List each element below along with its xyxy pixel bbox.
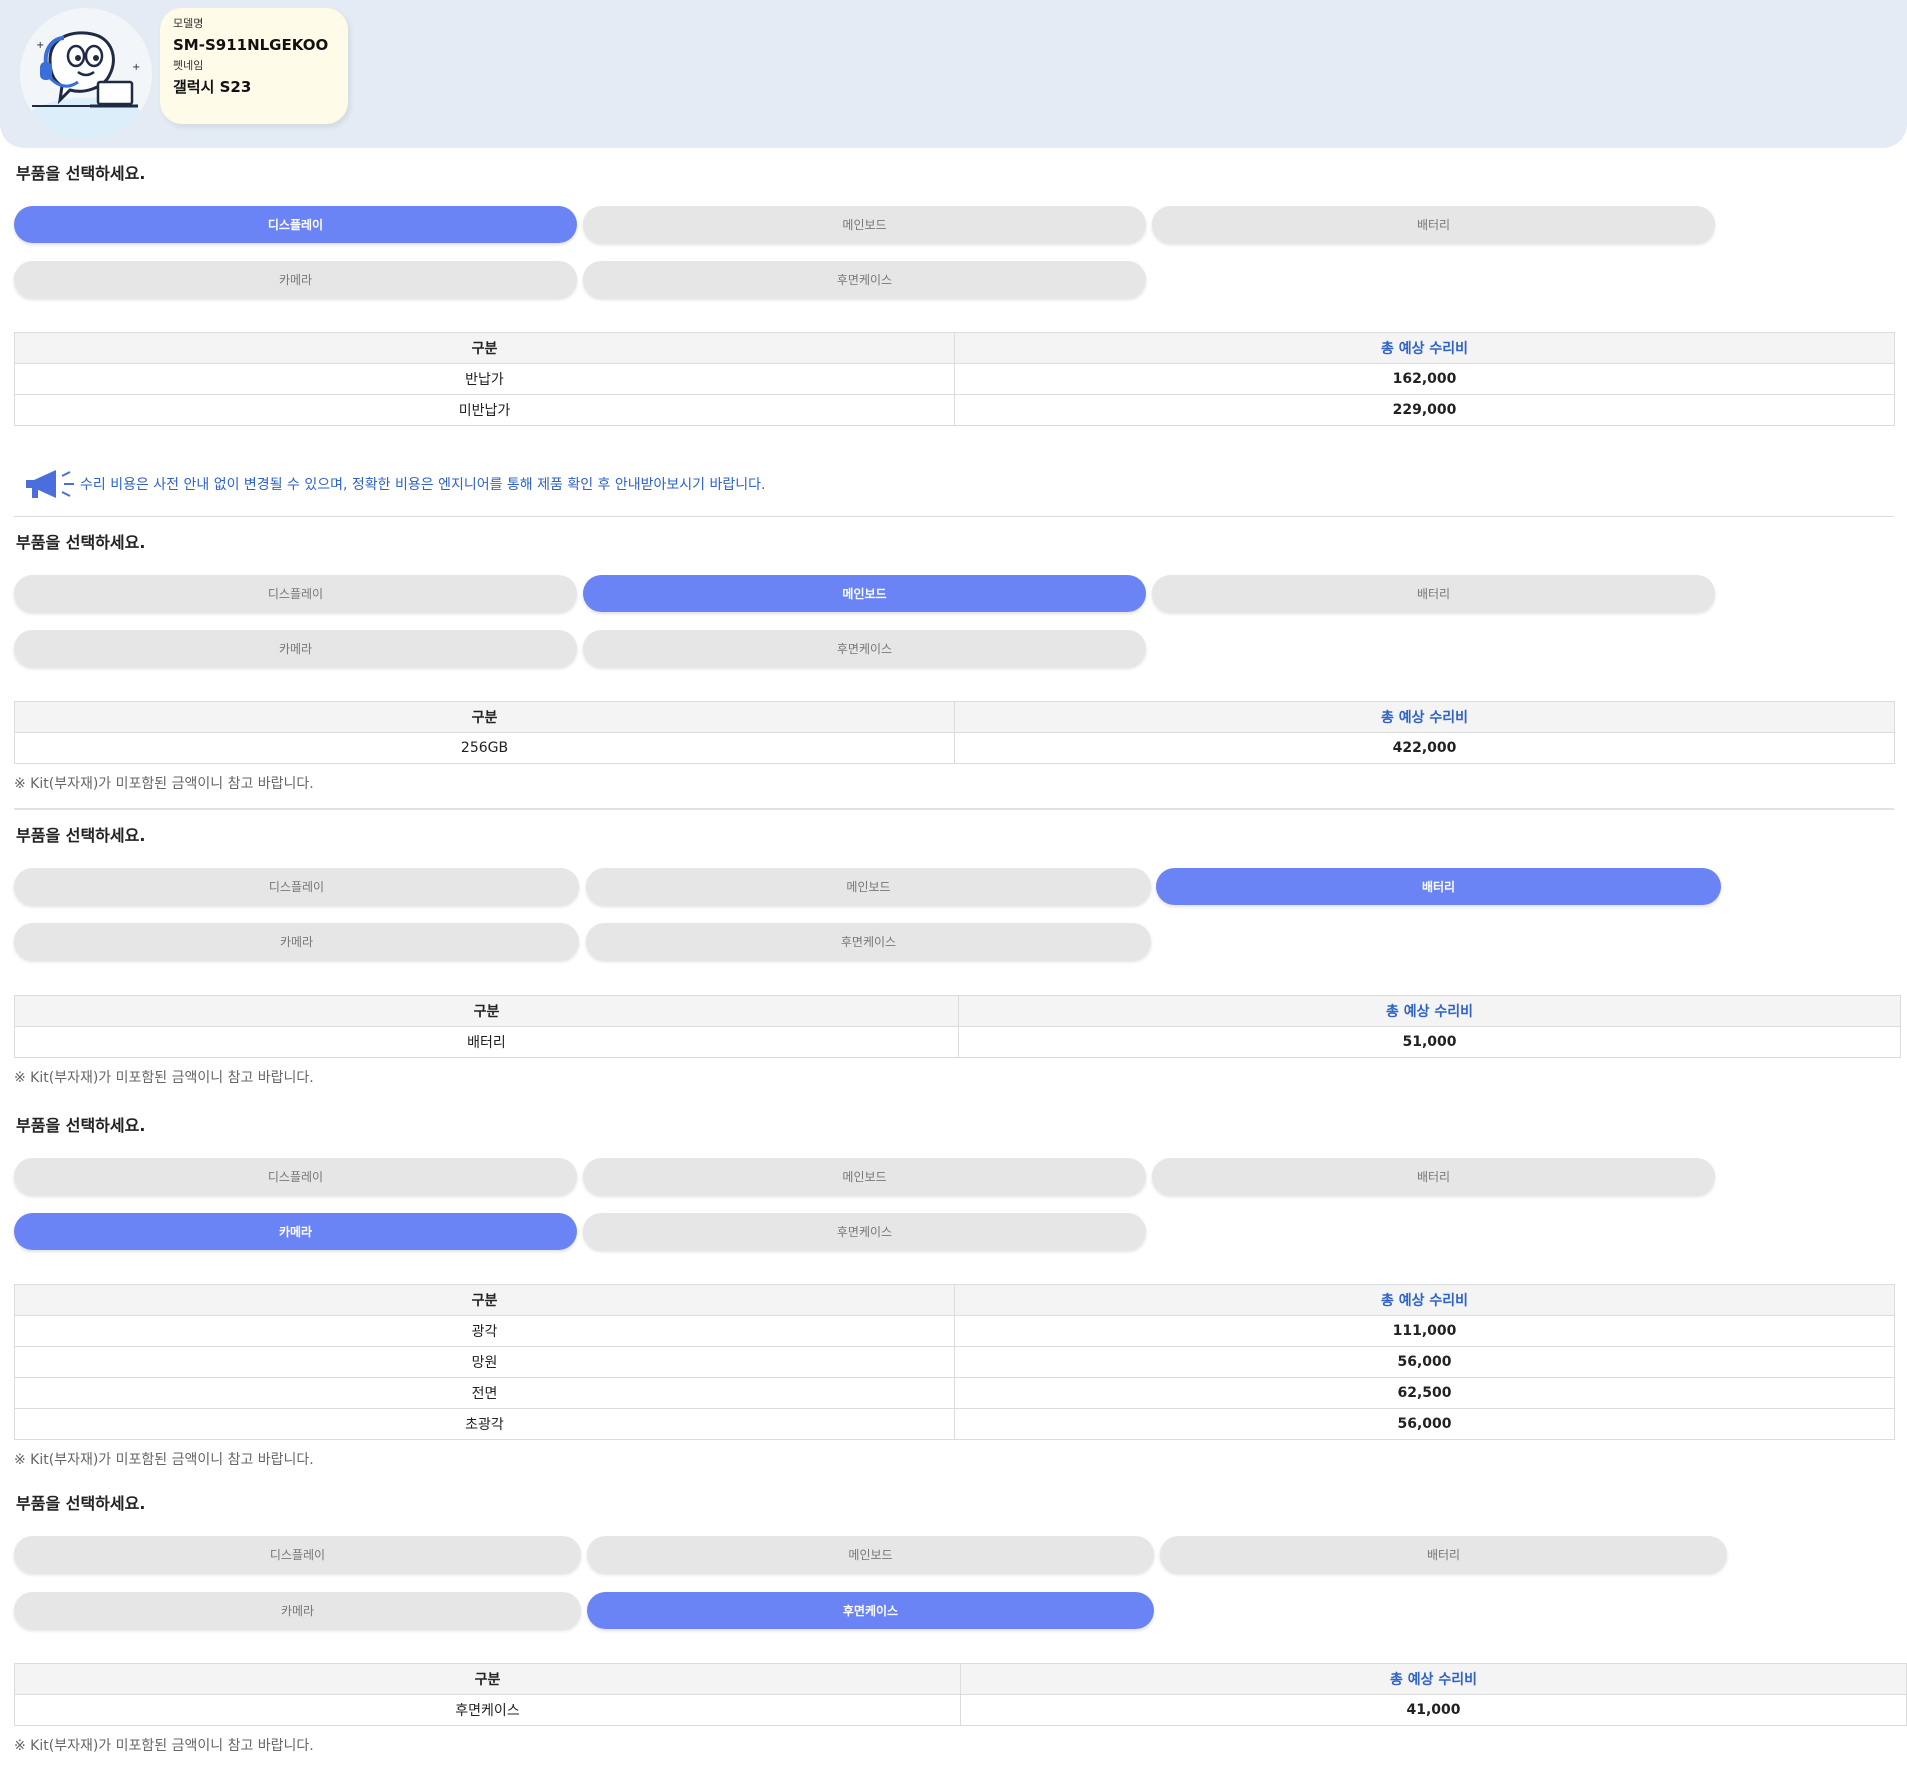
- table-row: 후면케이스 41,000: [14, 1694, 1907, 1726]
- price-table-back-case: 구분 총 예상 수리비 후면케이스 41,000: [14, 1663, 1907, 1726]
- part-button-camera[interactable]: 카메라: [14, 1213, 577, 1250]
- table-row: 전면 62,500: [14, 1377, 1895, 1409]
- part-button-display[interactable]: 디스플레이: [14, 1158, 577, 1195]
- table-row: 배터리 51,000: [14, 1026, 1901, 1058]
- table-row: 256GB 422,000: [14, 732, 1895, 764]
- row-cost: 56,000: [954, 1346, 1895, 1378]
- part-button-mainboard[interactable]: 메인보드: [583, 206, 1146, 243]
- row-category: 광각: [14, 1315, 955, 1347]
- part-button-mainboard[interactable]: 메인보드: [583, 575, 1146, 612]
- part-button-camera[interactable]: 카메라: [14, 630, 577, 667]
- price-table-battery: 구분 총 예상 수리비 배터리 51,000: [14, 995, 1901, 1058]
- part-button-display[interactable]: 디스플레이: [14, 868, 579, 905]
- mascot-illustration: + +: [26, 31, 146, 140]
- part-button-camera[interactable]: 카메라: [14, 1592, 581, 1629]
- table-header-row: 구분 총 예상 수리비: [14, 1284, 1895, 1316]
- column-header-category: 구분: [14, 701, 955, 733]
- part-button-display[interactable]: 디스플레이: [14, 206, 577, 243]
- part-button-mainboard[interactable]: 메인보드: [586, 868, 1151, 905]
- table-header-row: 구분 총 예상 수리비: [14, 1663, 1907, 1695]
- row-category: 반납가: [14, 363, 955, 395]
- column-header-category: 구분: [14, 1663, 961, 1695]
- part-button-back-case[interactable]: 후면케이스: [583, 1213, 1146, 1250]
- column-header-category: 구분: [14, 1284, 955, 1316]
- part-button-back-case[interactable]: 후면케이스: [587, 1592, 1154, 1629]
- section-title: 부품을 선택하세요.: [16, 164, 146, 183]
- row-cost: 62,500: [954, 1377, 1895, 1409]
- part-button-back-case[interactable]: 후면케이스: [583, 630, 1146, 667]
- row-category: 망원: [14, 1346, 955, 1378]
- part-button-mainboard[interactable]: 메인보드: [587, 1536, 1154, 1573]
- column-header-category: 구분: [14, 995, 959, 1027]
- table-row: 미반납가 229,000: [14, 394, 1895, 426]
- part-button-display[interactable]: 디스플레이: [14, 575, 577, 612]
- column-header-total-cost: 총 예상 수리비: [954, 701, 1895, 733]
- row-category: 미반납가: [14, 394, 955, 426]
- part-button-mainboard[interactable]: 메인보드: [583, 1158, 1146, 1195]
- row-cost: 111,000: [954, 1315, 1895, 1347]
- part-button-camera[interactable]: 카메라: [14, 261, 577, 298]
- mascot-avatar: + +: [20, 8, 152, 140]
- table-row: 초광각 56,000: [14, 1408, 1895, 1440]
- table-row: 광각 111,000: [14, 1315, 1895, 1347]
- part-button-display[interactable]: 디스플레이: [14, 1536, 581, 1573]
- row-cost: 422,000: [954, 732, 1895, 764]
- section-title: 부품을 선택하세요.: [16, 1494, 146, 1513]
- part-button-camera[interactable]: 카메라: [14, 923, 579, 960]
- column-header-category: 구분: [14, 332, 955, 364]
- row-category: 초광각: [14, 1408, 955, 1440]
- row-category: 전면: [14, 1377, 955, 1409]
- part-button-back-case[interactable]: 후면케이스: [583, 261, 1146, 298]
- table-header-row: 구분 총 예상 수리비: [14, 995, 1901, 1027]
- part-button-battery[interactable]: 배터리: [1152, 575, 1715, 612]
- table-header-row: 구분 총 예상 수리비: [14, 701, 1895, 733]
- price-table-mainboard: 구분 총 예상 수리비 256GB 422,000: [14, 701, 1895, 764]
- svg-text:+: +: [132, 62, 140, 73]
- notice-text: 수리 비용은 사전 안내 없이 변경될 수 있으며, 정확한 비용은 엔지니어를…: [80, 477, 766, 493]
- section-title: 부품을 선택하세요.: [16, 826, 146, 845]
- part-button-battery[interactable]: 배터리: [1152, 206, 1715, 243]
- row-cost: 56,000: [954, 1408, 1895, 1440]
- part-button-battery[interactable]: 배터리: [1152, 1158, 1715, 1195]
- section-title: 부품을 선택하세요.: [16, 1116, 146, 1135]
- row-category: 배터리: [14, 1026, 959, 1058]
- kit-note: ※ Kit(부자재)가 미포함된 금액이니 참고 바랍니다.: [14, 1070, 314, 1086]
- row-cost: 229,000: [954, 394, 1895, 426]
- row-cost: 162,000: [954, 363, 1895, 395]
- kit-note: ※ Kit(부자재)가 미포함된 금액이니 참고 바랍니다.: [14, 1738, 314, 1754]
- megaphone-icon: [26, 470, 74, 498]
- row-category: 후면케이스: [14, 1694, 961, 1726]
- section-divider: [14, 808, 1894, 810]
- column-header-total-cost: 총 예상 수리비: [954, 1284, 1895, 1316]
- part-button-battery[interactable]: 배터리: [1156, 868, 1721, 905]
- price-table-display: 구분 총 예상 수리비 반납가 162,000 미반납가 229,000: [14, 332, 1895, 426]
- column-header-total-cost: 총 예상 수리비: [960, 1663, 1907, 1695]
- column-header-total-cost: 총 예상 수리비: [958, 995, 1901, 1027]
- svg-text:+: +: [36, 40, 44, 51]
- model-info-bubble: 모델명 SM-S911NLGEKOO 펫네임 갤럭시 S23: [160, 8, 348, 124]
- kit-note: ※ Kit(부자재)가 미포함된 금액이니 참고 바랍니다.: [14, 776, 314, 792]
- part-button-back-case[interactable]: 후면케이스: [586, 923, 1151, 960]
- part-button-battery[interactable]: 배터리: [1160, 1536, 1727, 1573]
- row-cost: 51,000: [958, 1026, 1901, 1058]
- kit-note: ※ Kit(부자재)가 미포함된 금액이니 참고 바랍니다.: [14, 1452, 314, 1468]
- price-change-notice: 수리 비용은 사전 안내 없이 변경될 수 있으며, 정확한 비용은 엔지니어를…: [22, 464, 765, 504]
- model-label: 모델명: [173, 17, 204, 30]
- pet-name-value: 갤럭시 S23: [173, 78, 252, 96]
- table-row: 반납가 162,000: [14, 363, 1895, 395]
- table-row: 망원 56,000: [14, 1346, 1895, 1378]
- header-banner: + + 모델명 SM-S911NLGEKOO 펫네임 갤럭시 S23: [0, 0, 1907, 148]
- pet-name-label: 펫네임: [173, 59, 204, 72]
- row-cost: 41,000: [960, 1694, 1907, 1726]
- section-divider: [14, 516, 1894, 517]
- price-table-camera: 구분 총 예상 수리비 광각 111,000 망원 56,000 전면 62,5…: [14, 1284, 1895, 1440]
- row-category: 256GB: [14, 732, 955, 764]
- section-title: 부품을 선택하세요.: [16, 533, 146, 552]
- column-header-total-cost: 총 예상 수리비: [954, 332, 1895, 364]
- model-value: SM-S911NLGEKOO: [173, 36, 329, 54]
- table-header-row: 구분 총 예상 수리비: [14, 332, 1895, 364]
